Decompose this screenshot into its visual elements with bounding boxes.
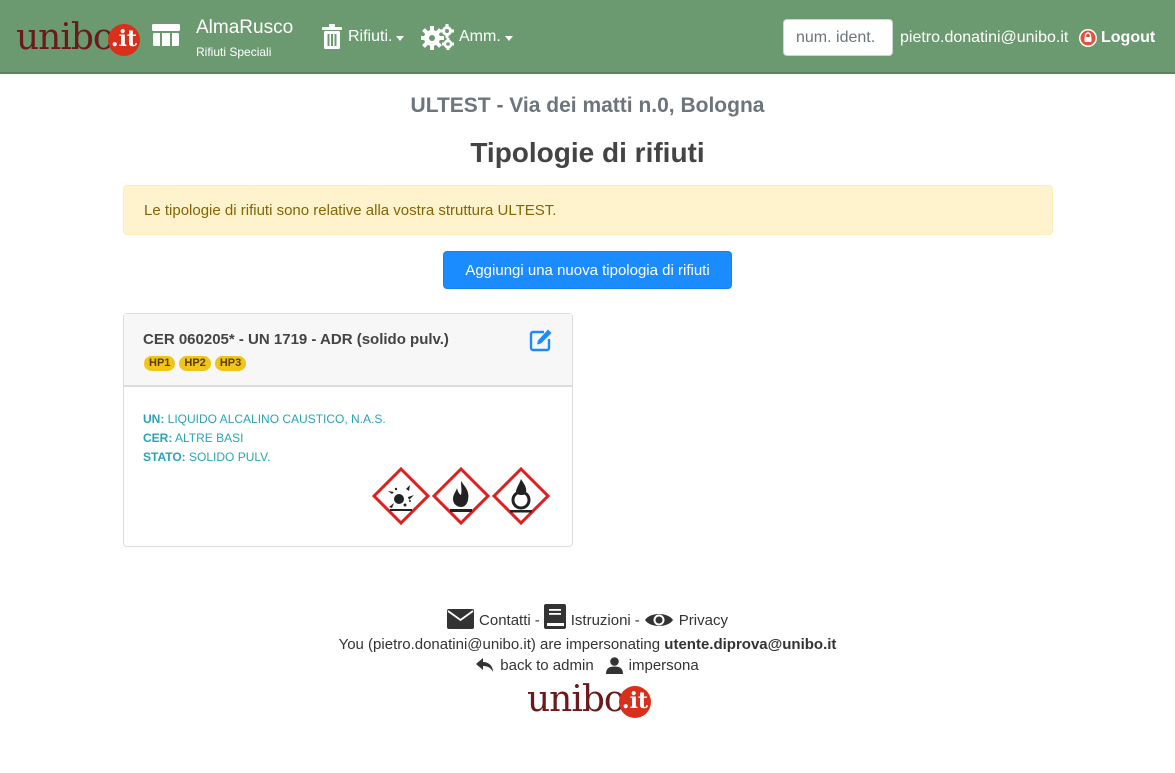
- menu-rifiuti-label: Rifiuti.: [348, 28, 393, 45]
- waste-type-card: CER 060205* - UN 1719 - ADR (solido pulv…: [123, 313, 573, 547]
- privacy-label: Privacy: [678, 612, 728, 629]
- add-waste-type-button[interactable]: Aggiungi una nuova tipologia di rifiuti: [443, 251, 732, 289]
- dumpster-icon[interactable]: [150, 22, 182, 48]
- istruzioni-label: Istruzioni: [570, 612, 631, 629]
- contatti-label: Contatti: [479, 612, 531, 629]
- istruzioni-link[interactable]: Istruzioni: [543, 604, 631, 629]
- card-body: UN: LIQUIDO ALCALINO CAUSTICO, N.A.S. CE…: [143, 410, 386, 467]
- stato-row: STATO: SOLIDO PULV.: [143, 448, 386, 467]
- impersonation-prefix: You (pietro.donatini@unibo.it) are imper…: [338, 636, 661, 653]
- hazard-badge: HP1: [144, 356, 176, 371]
- chevron-down-icon: [504, 35, 513, 41]
- impersonated-user: utente.diprova@unibo.it: [664, 636, 837, 653]
- hazard-badge: HP2: [179, 356, 211, 371]
- cer-value: ALTRE BASI: [175, 431, 244, 445]
- logo-text: unibo: [16, 17, 115, 58]
- brand-title[interactable]: AlmaRusco: [196, 17, 293, 39]
- alert-text: Le tipologie di rifiuti sono relative al…: [144, 201, 557, 219]
- footer-separator: -: [634, 612, 640, 629]
- hazard-badge: HP3: [214, 356, 247, 371]
- card-title: CER 060205* - UN 1719 - ADR (solido pulv…: [143, 331, 449, 348]
- contatti-link[interactable]: Contatti: [447, 609, 531, 629]
- hazard-badges: HP1 HP2 HP3: [144, 356, 247, 371]
- menu-amm-label: Amm.: [459, 28, 501, 45]
- oxidizing-icon: [492, 467, 550, 525]
- structure-title: ULTEST - Via dei matti n.0, Bologna: [410, 94, 765, 117]
- edit-icon[interactable]: [529, 328, 553, 352]
- menu-amm[interactable]: Amm.: [421, 20, 513, 54]
- impersona-label: impersona: [628, 657, 699, 674]
- search-input[interactable]: [783, 19, 893, 56]
- user-icon: [605, 657, 623, 674]
- un-value: LIQUIDO ALCALINO CAUSTICO, N.A.S.: [167, 412, 386, 426]
- logout-label: Logout: [1101, 29, 1156, 46]
- page-title: Tipologie di rifiuti: [470, 137, 705, 168]
- cer-label: CER:: [143, 431, 173, 445]
- gears-icon: [421, 24, 454, 50]
- un-row: UN: LIQUIDO ALCALINO CAUSTICO, N.A.S.: [143, 410, 386, 429]
- footer-separator: -: [534, 612, 540, 629]
- un-label: UN:: [143, 412, 165, 426]
- brand-subtitle: Rifiuti Speciali: [196, 45, 272, 59]
- logout-button[interactable]: Logout: [1079, 28, 1155, 48]
- chevron-down-icon: [396, 35, 405, 41]
- reply-icon: [476, 658, 494, 672]
- unibo-logo[interactable]: unibo .it: [16, 17, 140, 58]
- book-icon: [543, 604, 566, 629]
- envelope-icon: [447, 609, 475, 629]
- back-to-admin-label: back to admin: [500, 657, 594, 674]
- info-alert: Le tipologie di rifiuti sono relative al…: [123, 185, 1053, 235]
- impersonation-notice: You (pietro.donatini@unibo.it) are imper…: [0, 635, 1175, 655]
- back-to-admin-link[interactable]: back to admin: [476, 657, 594, 674]
- eye-icon: [644, 614, 673, 626]
- admin-links: back to admin impersona: [0, 657, 1175, 674]
- cer-row: CER: ALTRE BASI: [143, 429, 386, 448]
- flammable-icon: [432, 467, 490, 525]
- ghs-pictograms: [372, 467, 550, 525]
- footer-logo-suffix: .it: [619, 686, 651, 718]
- footer-unibo-logo: unibo .it: [527, 679, 651, 720]
- lock-icon: [1079, 29, 1097, 47]
- navbar: unibo .it AlmaRusco Rifiuti Speciali Rif…: [0, 0, 1175, 74]
- user-email: pietro.donatini@unibo.it: [900, 29, 1069, 46]
- footer-logo-text: unibo: [527, 679, 626, 720]
- menu-rifiuti[interactable]: Rifiuti.: [320, 20, 405, 54]
- trash-icon: [322, 24, 342, 49]
- explosive-icon: [372, 467, 430, 525]
- impersona-link[interactable]: impersona: [605, 657, 699, 674]
- stato-value: SOLIDO PULV.: [189, 450, 271, 464]
- privacy-link[interactable]: Privacy: [644, 611, 728, 629]
- card-header: CER 060205* - UN 1719 - ADR (solido pulv…: [124, 314, 572, 387]
- footer-links: Contatti - Istruzioni - Privacy: [0, 604, 1175, 629]
- logo-suffix: .it: [108, 24, 140, 56]
- stato-label: STATO:: [143, 450, 186, 464]
